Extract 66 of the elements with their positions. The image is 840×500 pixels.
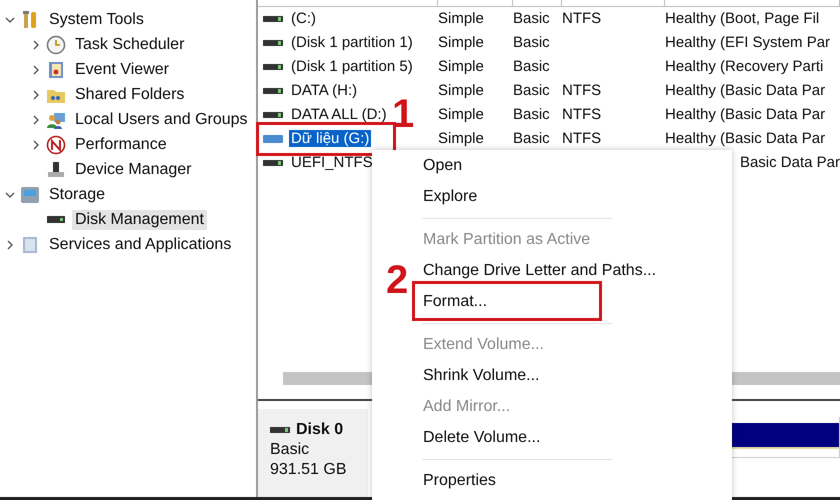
table-cell: Basic xyxy=(513,10,550,28)
tree-item[interactable]: Local Users and Groups xyxy=(72,110,251,130)
drive-icon xyxy=(270,426,290,434)
clock-icon xyxy=(46,34,66,54)
tree-item[interactable]: Storage xyxy=(46,184,108,204)
menu-item[interactable]: Explore xyxy=(423,181,478,212)
menu-item[interactable]: Properties xyxy=(423,465,496,496)
disk-detail: Basic xyxy=(270,441,310,460)
table-cell: Simple xyxy=(438,130,484,148)
table-cell: Healthy (Boot, Page Fil xyxy=(665,10,820,28)
volume-name[interactable]: UEFI_NTFS xyxy=(289,154,375,172)
storage-icon xyxy=(20,184,40,204)
volume-name[interactable]: (C:) xyxy=(289,10,318,28)
table-cell: Simple xyxy=(438,10,484,28)
volume-icon xyxy=(263,134,283,143)
table-cell: NTFS xyxy=(562,82,602,100)
drive-icon xyxy=(263,158,283,167)
table-cell: Healthy (Recovery Parti xyxy=(665,58,824,76)
table-cell: Healthy (Basic Data Par xyxy=(665,106,826,124)
menu-item[interactable]: Change Drive Letter and Paths... xyxy=(423,255,656,286)
drive-icon xyxy=(263,38,283,47)
volume-name[interactable]: Dữ liệu (G:) xyxy=(289,130,372,148)
volume-name[interactable]: DATA ALL (D:) xyxy=(289,106,389,124)
table-cell: Simple xyxy=(438,82,484,100)
table-cell: Basic xyxy=(513,106,550,124)
table-cell: Basic xyxy=(513,130,550,148)
tree-item[interactable]: Services and Applications xyxy=(46,234,234,254)
disk-detail: 931.51 GB xyxy=(270,461,348,480)
tree-item[interactable]: Shared Folders xyxy=(72,84,188,104)
table-cell: Simple xyxy=(438,34,484,52)
tree-item[interactable]: System Tools xyxy=(46,10,147,30)
table-cell: Basic xyxy=(513,34,550,52)
table-cell: Basic xyxy=(513,82,550,100)
menu-item[interactable]: Format... xyxy=(423,286,488,317)
table-cell: Simple xyxy=(438,106,484,124)
table-cell: NTFS xyxy=(562,130,602,148)
table-cell: Basic xyxy=(513,58,550,76)
drive-icon xyxy=(263,62,283,71)
drive-icon xyxy=(263,14,283,23)
menu-item[interactable]: Open xyxy=(423,150,462,181)
table-cell: NTFS xyxy=(562,10,602,28)
tree-item[interactable]: Device Manager xyxy=(72,160,194,180)
volume-name[interactable]: (Disk 1 partition 5) xyxy=(289,58,415,76)
menu-item[interactable]: Shrink Volume... xyxy=(423,360,540,391)
table-cell: Healthy (Basic Data Par xyxy=(665,130,826,148)
services-icon xyxy=(20,234,40,254)
drive-icon xyxy=(263,86,283,95)
tree-item[interactable]: Task Scheduler xyxy=(72,34,188,54)
tree-item[interactable]: Performance xyxy=(72,134,170,154)
menu-item[interactable]: Delete Volume... xyxy=(423,422,540,453)
table-cell: NTFS xyxy=(562,106,602,124)
table-cell: Simple xyxy=(438,58,484,76)
step-number: 1 xyxy=(392,94,414,134)
disk-name: Disk 0 xyxy=(296,421,344,440)
table-cell: Basic Data Par xyxy=(740,154,840,172)
event-viewer-icon xyxy=(46,60,66,80)
step-number: 2 xyxy=(386,260,408,300)
table-cell: Healthy (EFI System Par xyxy=(665,34,830,52)
volume-name[interactable]: DATA (H:) xyxy=(289,82,360,100)
table-cell: Healthy (Basic Data Par xyxy=(665,82,826,100)
computer-icon xyxy=(46,160,66,180)
tree-item[interactable]: Event Viewer xyxy=(72,60,172,80)
volume-name[interactable]: (Disk 1 partition 1) xyxy=(289,34,415,52)
tree-item[interactable]: Disk Management xyxy=(72,210,207,230)
performance-icon xyxy=(46,134,66,154)
drive-icon xyxy=(263,110,283,119)
